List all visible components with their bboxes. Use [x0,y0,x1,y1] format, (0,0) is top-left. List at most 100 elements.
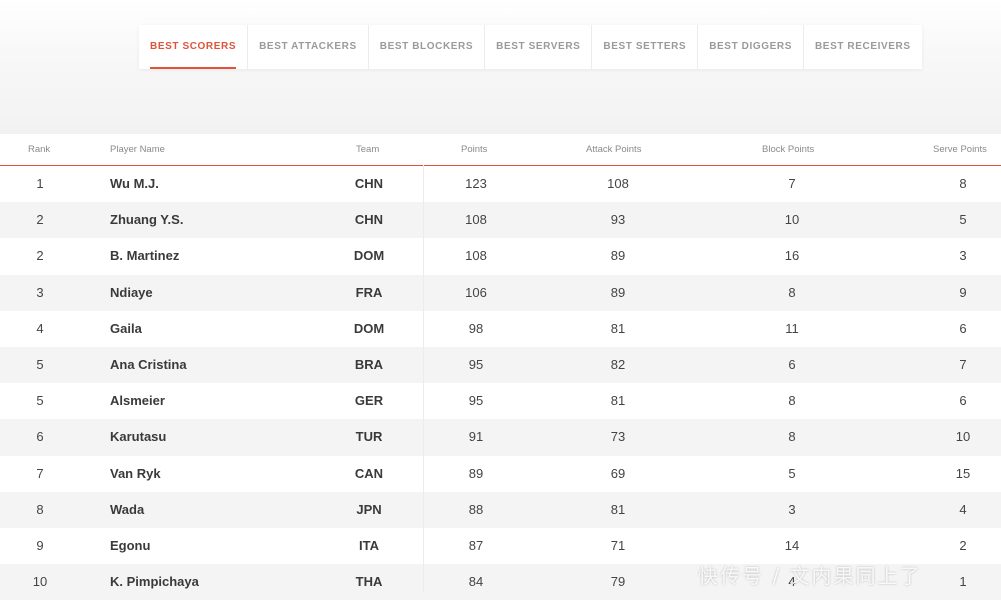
player-name-cell[interactable]: Karutasu [110,419,166,455]
attack-points-cell: 73 [610,429,626,445]
rank-cell: 7 [36,465,44,481]
team-cell: CAN [354,465,384,481]
block-points-cell: 10 [784,212,800,228]
header-block-points[interactable]: Block Points [762,134,814,165]
rank-cell: 1 [36,176,44,191]
points-cell: 95 [468,393,484,409]
table-row[interactable]: 4 Gaila DOM 98 81 11 6 [0,310,1001,347]
attack-points-cell: 79 [610,574,626,590]
table-row[interactable]: 7 Van Ryk CAN 89 69 5 15 [0,455,1001,492]
header-points[interactable]: Points [461,134,487,165]
tab-best-attackers[interactable]: BEST ATTACKERS [248,25,369,69]
points-cell: 108 [465,248,487,264]
table-row[interactable]: 9 Egonu ITA 87 71 14 2 [0,527,1001,565]
column-divider [423,165,424,592]
table-header: Rank Player Name Team Points Attack Poin… [0,134,1001,166]
rank-cell: 10 [32,574,48,590]
player-name-cell[interactable]: Egonu [110,528,150,564]
attack-points-cell: 69 [610,465,626,481]
header-player-name[interactable]: Player Name [110,134,165,165]
rank-cell: 6 [36,429,44,445]
tab-best-servers[interactable]: BEST SERVERS [485,25,593,69]
serve-points-cell: 4 [959,501,967,517]
player-name-cell[interactable]: Van Ryk [110,456,161,492]
team-cell: THA [355,574,383,590]
table-row[interactable]: 1 Wu M.J. CHN 123 108 7 8 [0,166,1001,203]
serve-points-cell: 3 [959,248,967,264]
player-name-cell[interactable]: K. Pimpichaya [110,564,199,600]
team-cell: DOM [353,248,385,264]
team-cell: DOM [353,320,385,336]
serve-points-cell: 5 [959,212,967,228]
attack-points-cell: 81 [610,501,626,517]
table-body: 1 Wu M.J. CHN 123 108 7 8 2 Zhuang Y.S. CHN 108 93 1… [0,166,1001,600]
tab-best-scorers[interactable]: BEST SCORERS [139,25,249,69]
attack-points-cell: 93 [610,212,626,228]
tab-best-blockers[interactable]: BEST BLOCKERS [369,25,486,69]
serve-points-cell: 10 [955,429,971,445]
block-points-cell: 8 [788,429,796,445]
rank-cell: 4 [36,320,44,336]
points-cell: 106 [465,284,487,300]
table-row[interactable]: 8 Wada JPN 88 81 3 4 [0,491,1001,528]
points-cell: 84 [468,574,484,590]
block-points-cell: 14 [784,537,800,553]
header-team[interactable]: Team [356,134,379,165]
tab-best-receivers[interactable]: BEST RECEIVERS [804,25,922,69]
attack-points-cell: 81 [610,320,626,336]
points-cell: 89 [468,465,484,481]
block-points-cell: 16 [784,248,800,264]
scorers-table: Rank Player Name Team Points Attack Poin… [0,134,1001,600]
block-points-cell: 3 [788,501,796,517]
player-name-cell[interactable]: B. Martinez [110,238,179,274]
player-name-cell[interactable]: Ana Cristina [110,347,187,383]
table-row[interactable]: 6 Karutasu TUR 91 73 8 10 [0,419,1001,456]
attack-points-cell: 82 [610,356,626,372]
player-name-cell[interactable]: Ndiaye [110,275,153,311]
header-attack-points[interactable]: Attack Points [586,134,641,165]
points-cell: 88 [468,501,484,517]
team-cell: CHN [354,176,384,191]
tab-best-setters[interactable]: BEST SETTERS [592,25,699,69]
rank-cell: 8 [36,501,44,517]
points-cell: 91 [468,429,484,445]
rank-cell: 9 [36,537,44,553]
team-cell: BRA [354,356,384,372]
attack-points-cell: 108 [607,176,629,191]
serve-points-cell: 7 [959,356,967,372]
team-cell: GER [354,393,384,409]
rank-cell: 3 [36,284,44,300]
table-row[interactable]: 2 Zhuang Y.S. CHN 108 93 10 5 [0,202,1001,239]
player-name-cell[interactable]: Wu M.J. [110,166,159,202]
points-cell: 98 [468,320,484,336]
header-rank[interactable]: Rank [28,134,50,165]
team-cell: CHN [354,212,384,228]
block-points-cell: 7 [788,176,796,191]
attack-points-cell: 89 [610,284,626,300]
rank-cell: 2 [36,212,44,228]
table-row[interactable]: 5 Ana Cristina BRA 95 82 6 7 [0,346,1001,384]
player-name-cell[interactable]: Alsmeier [110,383,165,419]
team-cell: JPN [356,501,382,517]
player-name-cell[interactable]: Gaila [110,311,142,347]
serve-points-cell: 2 [959,537,967,553]
player-name-cell[interactable]: Zhuang Y.S. [110,202,183,238]
table-row[interactable]: 2 B. Martinez DOM 108 89 16 3 [0,238,1001,275]
serve-points-cell: 15 [955,465,971,481]
block-points-cell: 11 [785,320,799,336]
block-points-cell: 8 [788,393,796,409]
points-cell: 123 [465,176,487,191]
table-row[interactable]: 3 Ndiaye FRA 106 89 8 9 [0,274,1001,311]
points-cell: 95 [468,356,484,372]
block-points-cell: 8 [788,284,796,300]
team-cell: FRA [355,284,383,300]
points-cell: 108 [465,212,487,228]
rank-cell: 2 [36,248,44,264]
block-points-cell: 5 [788,465,796,481]
serve-points-cell: 8 [959,176,967,191]
table-row[interactable]: 5 Alsmeier GER 95 81 8 6 [0,383,1001,420]
tab-best-diggers[interactable]: BEST DIGGERS [698,25,804,69]
player-name-cell[interactable]: Wada [110,492,144,528]
header-serve-points[interactable]: Serve Points [933,134,987,165]
watermark: 快传号 / 文内果同上了 [698,564,922,588]
